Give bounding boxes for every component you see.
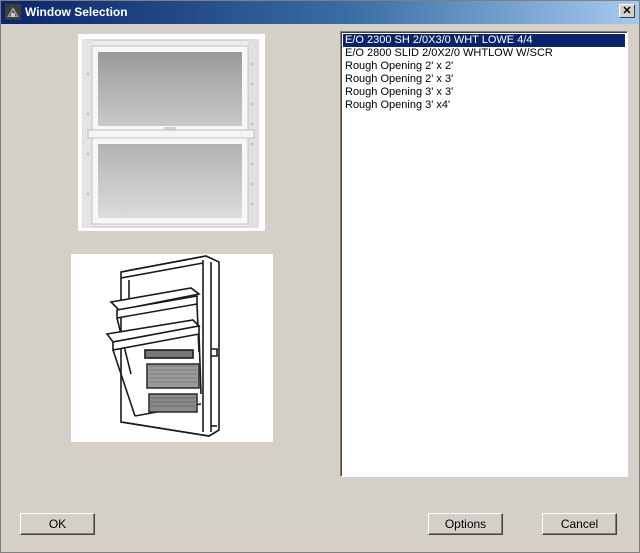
list-item[interactable]: Rough Opening 3' x 3' — [343, 86, 625, 99]
app-icon — [5, 4, 21, 20]
window-selection-dialog: Window Selection ✕ E/O 2300 SH 2/0X3/0 W… — [0, 0, 640, 553]
list-item[interactable]: E/O 2300 SH 2/0X3/0 WHT LOWE 4/4 — [343, 34, 625, 47]
window-preview-photo — [78, 34, 265, 231]
list-item[interactable]: Rough Opening 3' x4' — [343, 99, 625, 112]
options-button[interactable]: Options — [428, 513, 503, 535]
window-product-list[interactable]: E/O 2300 SH 2/0X3/0 WHT LOWE 4/4 E/O 280… — [340, 31, 628, 477]
ok-button[interactable]: OK — [20, 513, 95, 535]
window-tilt-diagram — [71, 254, 273, 442]
cancel-button[interactable]: Cancel — [542, 513, 617, 535]
list-item[interactable]: Rough Opening 2' x 3' — [343, 73, 625, 86]
list-item[interactable]: E/O 2800 SLID 2/0X2/0 WHTLOW W/SCR — [343, 47, 625, 60]
window-title: Window Selection — [25, 5, 128, 19]
list-item[interactable]: Rough Opening 2' x 2' — [343, 60, 625, 73]
close-button[interactable]: ✕ — [619, 4, 635, 18]
title-bar[interactable]: Window Selection ✕ — [1, 1, 639, 24]
